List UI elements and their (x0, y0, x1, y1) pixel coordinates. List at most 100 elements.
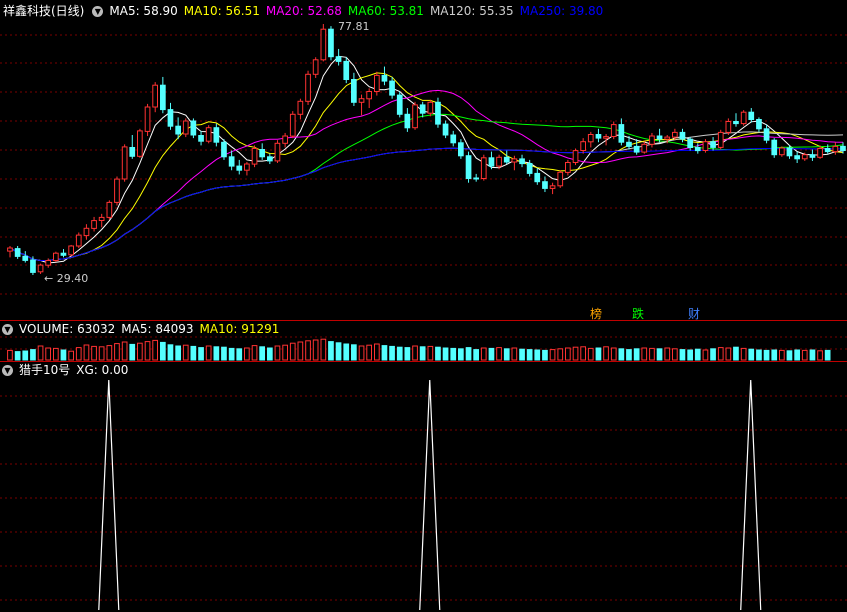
candle-up (496, 156, 502, 167)
candle-down (160, 84, 166, 111)
volume-dropdown-icon[interactable]: ▼ (2, 323, 13, 335)
candle-down (335, 56, 342, 62)
volume-bar (526, 349, 533, 361)
candle-down (687, 138, 693, 148)
stock-chart (0, 24, 847, 611)
volume-bar (381, 345, 388, 361)
ma-label-4: MA120: 55.35 (429, 4, 514, 18)
volume-bar (458, 348, 464, 361)
volume-bar (160, 341, 166, 361)
candle-up (121, 146, 128, 180)
volume-bar (633, 348, 640, 361)
volume-bar (641, 347, 648, 361)
volume-bar (389, 345, 395, 361)
candle-up (106, 201, 113, 218)
candle-up (114, 178, 120, 203)
volume-bar (503, 348, 510, 361)
candle-down (442, 123, 449, 136)
candle-down (236, 165, 243, 171)
candle-up (580, 141, 586, 151)
volume-bar (801, 349, 808, 361)
xg-signal-spike (98, 379, 120, 611)
candle-up (740, 111, 747, 125)
dropdown-icon[interactable]: ▼ (92, 5, 104, 17)
volume-bar (14, 351, 21, 361)
volume-bar (542, 349, 548, 361)
candle-up (182, 120, 189, 135)
volume-bar (672, 348, 678, 361)
candle-up (480, 157, 487, 180)
volume-bar (144, 341, 151, 361)
volume-bar (328, 341, 334, 361)
candle-down (60, 252, 67, 256)
candle-down (343, 60, 350, 81)
volume-bar (297, 341, 304, 361)
volume-bar (435, 346, 441, 361)
volume-bar (756, 349, 762, 361)
candle-up (511, 158, 518, 163)
candle-up (244, 163, 250, 171)
volume-bar (580, 346, 586, 361)
xg-signal-spike (740, 379, 762, 611)
volume-bar (603, 346, 609, 361)
low-price-label: ← 29.40 (44, 272, 89, 285)
indicator-dropdown-icon[interactable]: ▼ (2, 364, 13, 376)
candle-up (45, 260, 51, 266)
volume-bar (656, 348, 663, 361)
candle-down (129, 147, 136, 157)
volume-ma5: MA5: 84093 (121, 322, 194, 336)
volume-bar (374, 343, 380, 361)
candle-down (656, 135, 663, 140)
volume-bar (511, 347, 518, 361)
volume-bar (442, 347, 449, 361)
candle-down (633, 145, 640, 153)
volume-bar (779, 349, 785, 361)
candle-up (358, 98, 365, 103)
candle-down (458, 142, 464, 157)
candle-down (404, 113, 411, 129)
volume-bar (565, 347, 571, 361)
candle-down (30, 259, 36, 273)
marker-die[interactable]: 跌 (632, 305, 644, 322)
candle-down (694, 147, 701, 152)
candle-down (626, 141, 632, 147)
candle-down (526, 163, 533, 174)
candle-down (419, 104, 426, 114)
candle-down (435, 101, 441, 125)
marker-cai[interactable]: 财 (688, 305, 700, 322)
stock-title: 祥鑫科技(日线) (3, 4, 85, 18)
candle-down (534, 172, 541, 183)
volume-bar (733, 346, 739, 361)
volume-bar (343, 343, 350, 361)
volume-bar (274, 345, 281, 361)
candle-up (672, 131, 678, 138)
candle-down (763, 128, 770, 141)
volume-bar (702, 349, 709, 361)
volume-bar (572, 346, 579, 361)
volume-bar (98, 346, 105, 361)
candle-down (167, 109, 174, 127)
volume-bar (473, 349, 479, 361)
ma10-line (9, 72, 844, 261)
candle-up (427, 101, 434, 114)
candle-up (289, 113, 296, 137)
volume-bar (30, 349, 36, 361)
volume-bar (289, 342, 296, 361)
volume-bar (534, 349, 541, 361)
candle-up (274, 142, 281, 162)
volume-bar (817, 350, 823, 361)
volume-bar (809, 349, 816, 361)
volume-bar (824, 349, 831, 361)
volume-bar (106, 345, 113, 361)
candle-up (75, 234, 82, 247)
volume-bar (465, 347, 472, 361)
high-price-label: 77.81 (338, 20, 370, 33)
volume-bar (335, 342, 342, 361)
candle-down (198, 135, 204, 142)
volume-bar (305, 340, 311, 361)
marker-bang[interactable]: 榜 (590, 305, 602, 322)
volume-bar (404, 347, 411, 361)
volume-bar (175, 345, 182, 361)
candle-up (817, 148, 823, 158)
candle-up (91, 220, 97, 229)
